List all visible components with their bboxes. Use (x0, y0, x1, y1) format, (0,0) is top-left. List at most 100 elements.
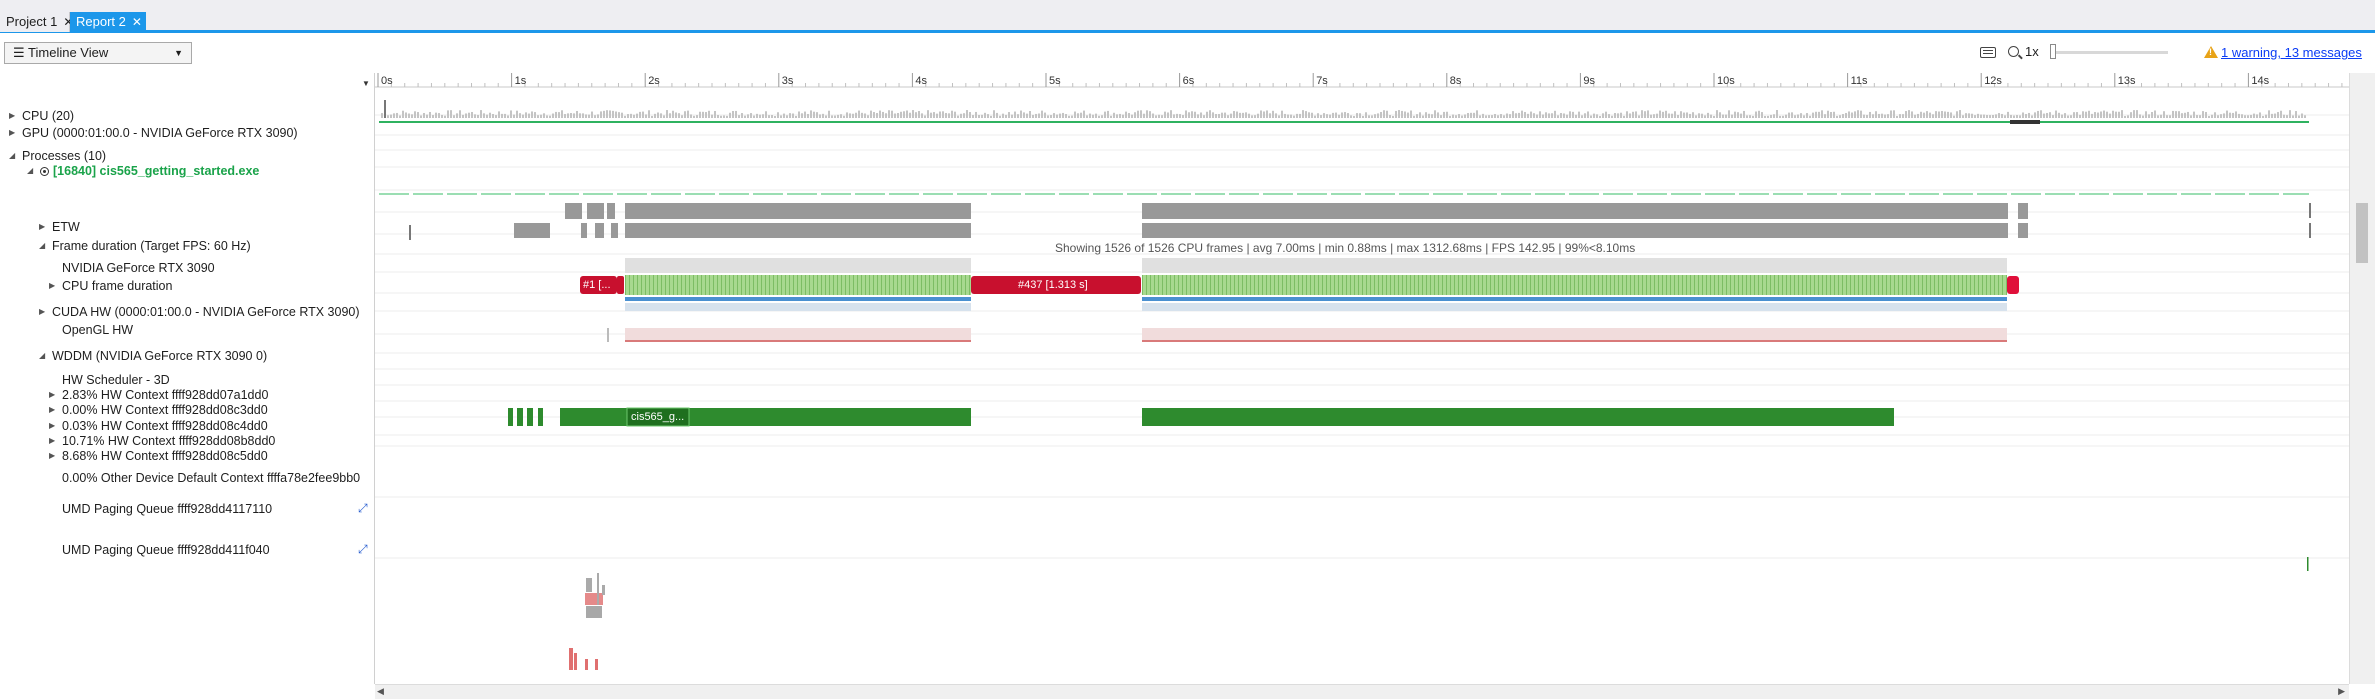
collapsed-arrow-icon[interactable]: ▶ (39, 307, 45, 316)
zoom-icon[interactable] (2008, 46, 2019, 57)
cpu-frame-stripe (869, 275, 870, 295)
warnings-messages-link[interactable]: 1 warning, 13 messages (2221, 45, 2362, 60)
cpu-usage-bar (735, 110, 737, 118)
ruler-tick-label: 10s (1717, 75, 1735, 87)
cpu-usage-bar (1134, 112, 1136, 118)
cpu-frame-stripe (1414, 275, 1415, 295)
frame-label: #1 [... (583, 279, 611, 291)
cpu-frame-stripe (1310, 275, 1311, 295)
collapsed-arrow-icon[interactable]: ▶ (49, 436, 55, 445)
cpu-frame-stripe (1194, 275, 1195, 295)
cpu-usage-bar (1416, 114, 1418, 118)
cpu-usage-bar (1869, 111, 1871, 118)
cpu-usage-bar (1299, 113, 1301, 118)
cpu-frame-stripe (1862, 275, 1863, 295)
cpu-usage-bar (2136, 110, 2138, 118)
cpu-usage-bar (579, 113, 581, 118)
cpu-frame-stripe (1182, 275, 1183, 295)
collapse-all-arrow-icon[interactable]: ▼ (362, 79, 370, 88)
cpu-usage-bar (1509, 114, 1511, 118)
cpu-usage-bar (2043, 113, 2045, 118)
cpu-usage-bar (1797, 114, 1799, 118)
cpu-frame-stripe (1942, 275, 1943, 295)
cpu-frame-stripe (1794, 275, 1795, 295)
cpu-frame-stripe (1926, 275, 1927, 295)
keyboard-icon[interactable] (1980, 47, 1996, 58)
scroll-left-icon[interactable]: ◀ (377, 686, 384, 697)
cpu-frame-stripe (1702, 275, 1703, 295)
cpu-frame-stripe (1898, 275, 1899, 295)
horizontal-scrollbar[interactable]: ◀ ▶ (375, 684, 2349, 699)
cpu-usage-bar (1548, 113, 1550, 118)
cpu-usage-bar (1539, 111, 1541, 118)
collapsed-arrow-icon[interactable]: ▶ (9, 111, 15, 120)
cpu-usage-bar (2271, 113, 2273, 118)
cpu-usage-bar (903, 111, 905, 118)
cpu-usage-bar (1953, 115, 1955, 118)
cpu-frame-stripe (1326, 275, 1327, 295)
cpu-frame-stripe (925, 275, 926, 295)
cpu-usage-bar (1344, 112, 1346, 118)
cpu-usage-bar (936, 113, 938, 118)
cpu-usage-bar (981, 114, 983, 118)
scroll-thumb[interactable] (2356, 203, 2368, 263)
cpu-frame-stripe (1882, 275, 1883, 295)
cpu-usage-bar (1008, 112, 1010, 118)
cpu-usage-bar (489, 112, 491, 118)
collapsed-arrow-icon[interactable]: ▶ (49, 390, 55, 399)
close-icon[interactable]: ✕ (132, 15, 142, 29)
cpu-usage-bar (2304, 115, 2306, 118)
cpu-frame-green-band (1142, 275, 1899, 295)
cpu-usage-bar (1863, 114, 1865, 118)
cpu-frame-stripe (1426, 275, 1427, 295)
cpu-usage-bar (1122, 114, 1124, 118)
cpu-frame-stripe (641, 275, 642, 295)
cpu-frame-stripe (845, 275, 846, 295)
expanded-arrow-icon[interactable]: ◢ (39, 241, 45, 250)
zoom-slider-track[interactable] (2050, 51, 2168, 54)
cpu-usage-bar (993, 110, 995, 118)
scroll-right-icon[interactable]: ▶ (2338, 686, 2345, 697)
cpu-usage-bar (2247, 115, 2249, 118)
cpu-frame-stripe (1198, 275, 1199, 295)
cpu-usage-bar (555, 111, 557, 118)
vertical-scrollbar[interactable] (2349, 73, 2375, 684)
cpu-usage-bar (1704, 115, 1706, 118)
cpu-usage-bar (1194, 111, 1196, 118)
cpu-usage-bar (402, 110, 404, 118)
view-selector-dropdown[interactable]: ☰ Timeline View ▼ (4, 42, 192, 64)
tab-project-1[interactable]: Project 1 ✕ (0, 12, 73, 32)
collapsed-arrow-icon[interactable]: ▶ (39, 222, 45, 231)
collapsed-arrow-icon[interactable]: ▶ (49, 451, 55, 460)
cpu-usage-bar (1908, 110, 1910, 118)
cpu-usage-bar (867, 115, 869, 118)
cpu-usage-bar (1662, 111, 1664, 118)
expand-icon[interactable]: ⤢ (358, 502, 370, 514)
cpu-frame-light-band (625, 303, 971, 311)
expand-icon[interactable]: ⤢ (358, 543, 370, 555)
cpu-frame-stripe (1142, 275, 1143, 295)
cpu-usage-bar (2253, 113, 2255, 118)
collapsed-arrow-icon[interactable]: ▶ (49, 421, 55, 430)
expanded-arrow-icon[interactable]: ◢ (27, 166, 33, 175)
cpu-usage-bar (1578, 111, 1580, 118)
cpu-usage-bar (1047, 115, 1049, 118)
cpu-usage-bar (1656, 113, 1658, 118)
paging-queue-bar (602, 585, 605, 595)
tab-report-2[interactable]: Report 2 ✕ (70, 12, 146, 32)
cpu-frame-stripe (1258, 275, 1259, 295)
timeline-canvas[interactable]: 0s 1s 2s 3s 4s 5s 6s 7s 8s 9s 10s 11s 12s 13s 14s Showi… (375, 73, 2349, 684)
cpu-usage-bar (1497, 115, 1499, 118)
cpu-usage-bar (789, 113, 791, 118)
cpu-frame-stripe (901, 275, 902, 295)
cpu-frame-stripe (729, 275, 730, 295)
cpu-usage-bar (1980, 114, 1982, 118)
expanded-arrow-icon[interactable]: ◢ (9, 151, 15, 160)
collapsed-arrow-icon[interactable]: ▶ (49, 281, 55, 290)
cpu-usage-bar (516, 110, 518, 118)
collapsed-arrow-icon[interactable]: ▶ (9, 128, 15, 137)
timeline-svg[interactable]: 0s 1s 2s 3s 4s 5s 6s 7s 8s 9s 10s 11s 12s 13s 14s Showi… (375, 73, 2349, 684)
expanded-arrow-icon[interactable]: ◢ (39, 351, 45, 360)
zoom-slider-thumb[interactable] (2050, 44, 2056, 59)
collapsed-arrow-icon[interactable]: ▶ (49, 405, 55, 414)
